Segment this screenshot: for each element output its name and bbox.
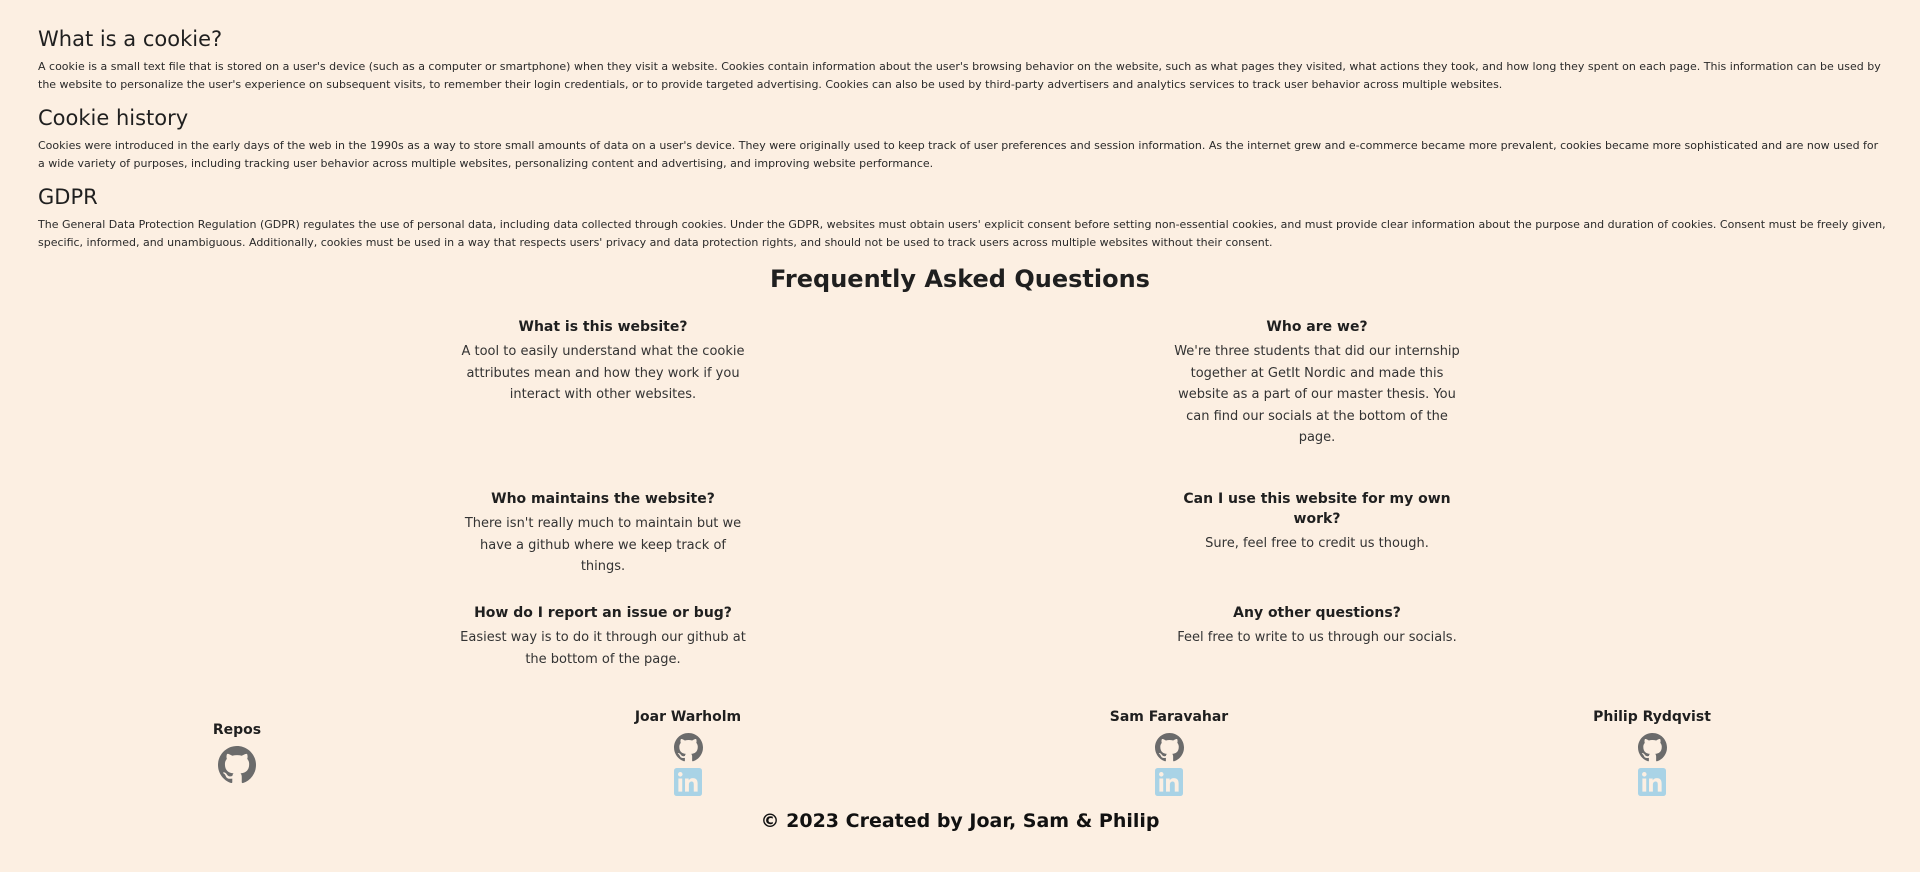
faq-item: What is this website? A tool to easily u… bbox=[458, 317, 748, 406]
linkedin-icon bbox=[1155, 768, 1183, 796]
repos-github-link[interactable] bbox=[117, 746, 357, 784]
joar-github-link[interactable] bbox=[568, 733, 808, 762]
faq-answer: There isn't really much to maintain but … bbox=[464, 516, 742, 574]
github-icon bbox=[1637, 733, 1667, 762]
faq-title: Frequently Asked Questions bbox=[770, 265, 1150, 293]
philip-linkedin-link[interactable] bbox=[1532, 768, 1772, 796]
github-icon bbox=[218, 746, 256, 784]
section-body: The General Data Protection Regulation (… bbox=[38, 218, 1886, 249]
faq-question: How do I report an issue or bug? bbox=[474, 605, 732, 621]
footer-person-joar: Joar Warholm bbox=[568, 707, 808, 796]
faq-question: Any other questions? bbox=[1233, 605, 1401, 621]
linkedin-icon bbox=[1638, 768, 1666, 796]
faq-item: Can I use this website for my own work? … bbox=[1172, 489, 1462, 555]
person-name: Sam Faravahar bbox=[1109, 709, 1229, 725]
sam-linkedin-link[interactable] bbox=[1049, 768, 1289, 796]
footer-person-sam: Sam Faravahar bbox=[1049, 707, 1289, 796]
faq-question: Who maintains the website? bbox=[491, 491, 715, 507]
person-name: Joar Warholm bbox=[634, 709, 742, 725]
section-cookie-history: Cookie history Cookies were introduced i… bbox=[38, 105, 1888, 173]
faq-answer: Easiest way is to do it through our gith… bbox=[460, 630, 746, 667]
faq-answer: Sure, feel free to credit us though. bbox=[1205, 536, 1429, 551]
copyright-text: © 2023 Created by Joar, Sam & Philip bbox=[760, 810, 1160, 832]
section-heading: GDPR bbox=[38, 185, 98, 209]
sam-github-link[interactable] bbox=[1049, 733, 1289, 762]
section-heading: Cookie history bbox=[38, 106, 189, 130]
linkedin-icon bbox=[674, 768, 702, 796]
philip-github-link[interactable] bbox=[1532, 733, 1772, 762]
section-what-is-a-cookie: What is a cookie? A cookie is a small te… bbox=[38, 26, 1888, 94]
faq-item: Any other questions? Feel free to write … bbox=[1172, 603, 1462, 649]
faq-question: What is this website? bbox=[518, 319, 688, 335]
section-body: A cookie is a small text file that is st… bbox=[38, 60, 1881, 91]
faq-question: Who are we? bbox=[1266, 319, 1368, 335]
faq-answer: We're three students that did our intern… bbox=[1174, 344, 1460, 445]
github-icon bbox=[673, 733, 703, 762]
faq-answer: Feel free to write to us through our soc… bbox=[1177, 630, 1457, 645]
faq-item: Who maintains the website? There isn't r… bbox=[458, 489, 748, 578]
footer-person-philip: Philip Rydqvist bbox=[1532, 707, 1772, 796]
section-gdpr: GDPR The General Data Protection Regulat… bbox=[38, 184, 1888, 252]
faq-answer: A tool to easily understand what the coo… bbox=[461, 344, 745, 402]
section-heading: What is a cookie? bbox=[38, 27, 223, 51]
joar-linkedin-link[interactable] bbox=[568, 768, 808, 796]
github-icon bbox=[1154, 733, 1184, 762]
faq-question: Can I use this website for my own work? bbox=[1183, 491, 1451, 527]
faq-item: How do I report an issue or bug? Easiest… bbox=[458, 603, 748, 670]
footer-repos: Repos bbox=[117, 720, 357, 784]
person-name: Philip Rydqvist bbox=[1593, 709, 1711, 725]
section-body: Cookies were introduced in the early day… bbox=[38, 139, 1879, 170]
repos-label: Repos bbox=[212, 722, 262, 738]
faq-item: Who are we? We're three students that di… bbox=[1172, 317, 1462, 449]
